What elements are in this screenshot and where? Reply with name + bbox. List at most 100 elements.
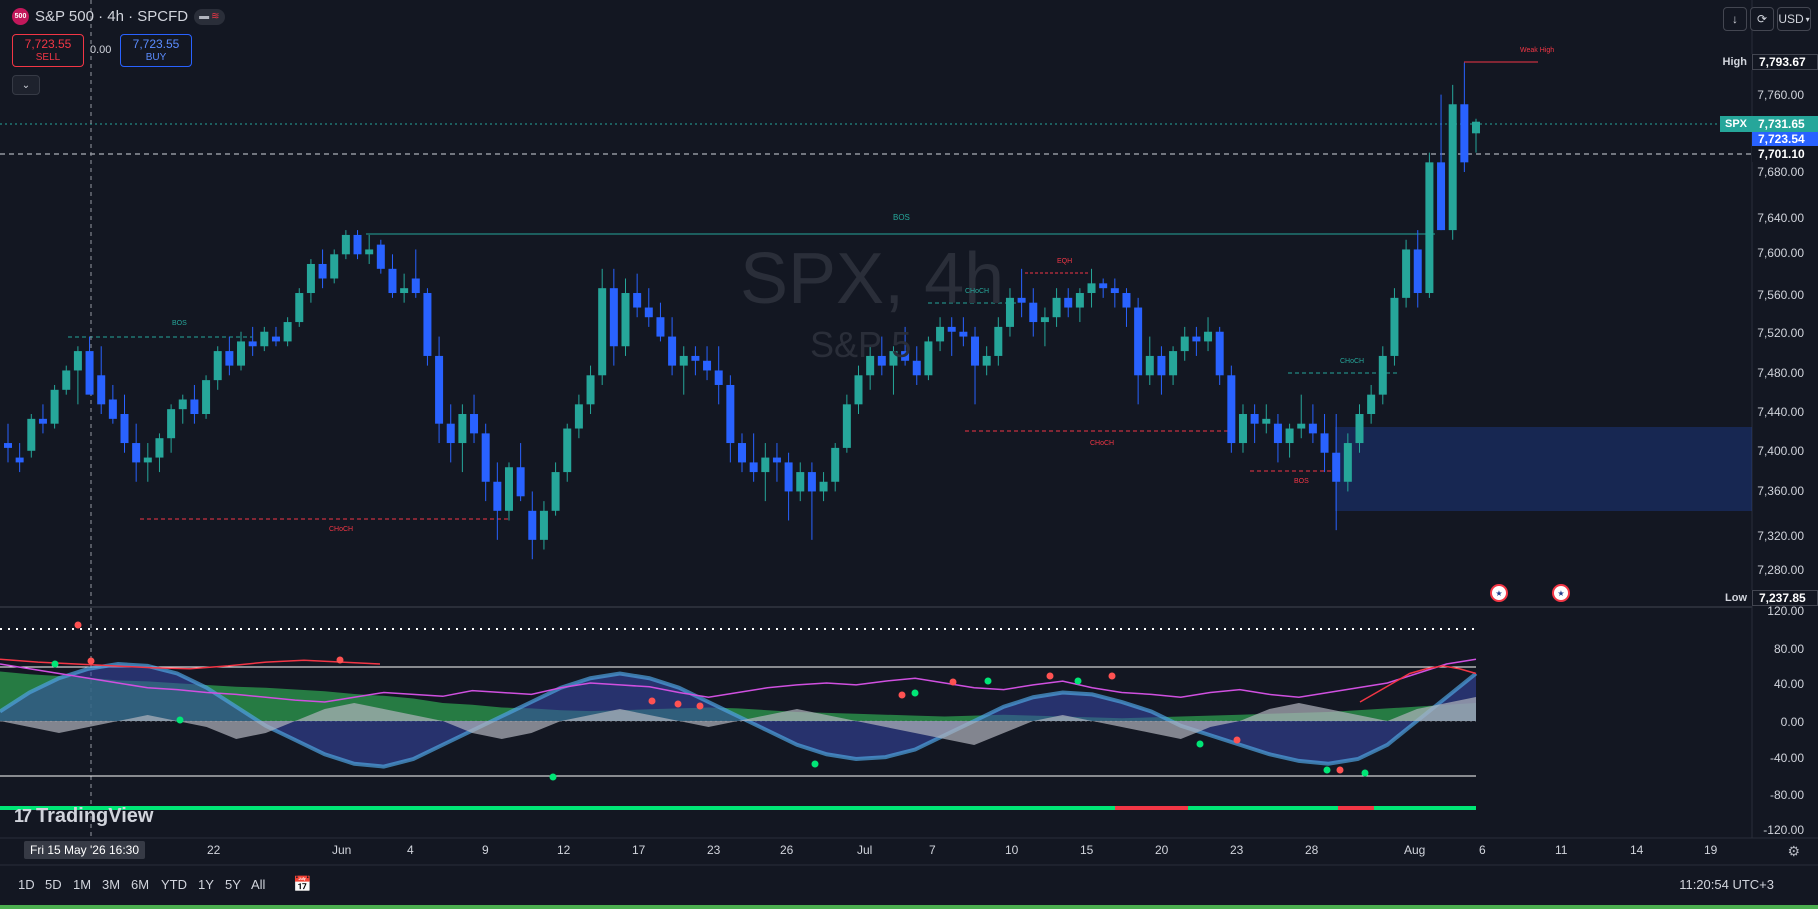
- range-button-3m[interactable]: 3M: [102, 877, 120, 892]
- status-bar-green: [0, 806, 1115, 810]
- osc-green-dot: [984, 677, 992, 685]
- gear-icon[interactable]: ⚙: [1787, 843, 1800, 860]
- range-button-1y[interactable]: 1Y: [198, 877, 214, 892]
- time-axis-label: 11: [1555, 843, 1568, 857]
- choch-left-label: CHoCH: [329, 526, 354, 533]
- candle-body: [912, 360, 921, 376]
- osc-tick-label: -120.00: [1763, 823, 1804, 837]
- price-tick-label: 7,600.00: [1757, 246, 1804, 260]
- range-button-5y[interactable]: 5Y: [225, 877, 241, 892]
- candle-body: [50, 389, 59, 424]
- candle-body: [586, 375, 595, 405]
- candle-body: [539, 510, 548, 540]
- candle-body: [178, 399, 187, 410]
- price-tick-label: 7,320.00: [1757, 529, 1804, 543]
- candle-body: [38, 418, 47, 424]
- candle-body: [85, 351, 94, 395]
- candle-body: [621, 293, 630, 347]
- time-axis-label: 9: [482, 843, 489, 857]
- osc-red-dot: [949, 678, 957, 686]
- tradingview-name: TradingView: [36, 805, 154, 827]
- time-axis-label: Aug: [1404, 843, 1426, 857]
- candle-body: [971, 336, 980, 366]
- candle-body: [633, 293, 642, 308]
- status-bar-green: [1188, 806, 1338, 810]
- candle-body: [202, 380, 211, 415]
- osc-red-dot: [74, 621, 82, 629]
- time-axis-label: 22: [207, 843, 221, 857]
- candle-body: [831, 447, 840, 482]
- candle-body: [1297, 423, 1306, 429]
- candle-body: [761, 457, 770, 473]
- spread-value: 0.00: [90, 44, 112, 56]
- range-button-6m[interactable]: 6M: [131, 877, 149, 892]
- osc-green-dot: [549, 773, 557, 781]
- candle-body: [1227, 375, 1236, 444]
- bid-value: 7,723.54: [1752, 132, 1818, 146]
- arrow-down-icon: ↓: [1732, 12, 1738, 26]
- osc-tick-label: 120.00: [1767, 604, 1804, 618]
- candle-body: [1308, 423, 1317, 434]
- candle-body: [1157, 355, 1166, 376]
- candle-body: [365, 249, 374, 255]
- candle-body: [703, 360, 712, 371]
- buy-button[interactable]: 7,723.55 BUY: [120, 34, 192, 67]
- candle-body: [772, 457, 781, 463]
- us-flag-event-icon[interactable]: ★: [1552, 584, 1570, 602]
- candle-body: [1087, 283, 1096, 294]
- osc-tick-label: 40.00: [1773, 677, 1804, 691]
- osc-tick-label: 80.00: [1773, 642, 1804, 656]
- candle-body: [353, 234, 362, 255]
- range-button-ytd[interactable]: YTD: [161, 877, 187, 892]
- status-bar-green: [1374, 806, 1476, 810]
- refresh-button[interactable]: ⟳: [1750, 7, 1774, 31]
- tradingview-mark-icon: 17: [14, 806, 32, 826]
- watermark-sub: S&P 5: [810, 324, 912, 365]
- osc-red-dot: [674, 700, 682, 708]
- time-axis-label: 14: [1630, 843, 1644, 857]
- candle-body: [738, 443, 746, 463]
- candle-body: [1145, 355, 1154, 376]
- symbol-header[interactable]: 500 S&P 500 · 4h · SPCFD ▬ ≋: [12, 8, 225, 25]
- candle-body: [1017, 297, 1026, 303]
- candle-body: [1204, 331, 1213, 342]
- candle-body: [1180, 336, 1189, 352]
- price-tick-label: 7,480.00: [1757, 366, 1804, 380]
- price-tick-label: 7,400.00: [1757, 444, 1804, 458]
- time-axis-label: 4: [407, 843, 414, 857]
- currency-select[interactable]: USD ▾: [1777, 7, 1811, 31]
- candle-body: [644, 307, 653, 318]
- refresh-icon: ⟳: [1756, 12, 1768, 26]
- candle-body: [819, 481, 828, 492]
- osc-tick-label: -40.00: [1769, 751, 1804, 765]
- status-pill[interactable]: ▬ ≋: [194, 8, 225, 25]
- bos-left-label: BOS: [172, 320, 187, 327]
- candle-body: [842, 404, 851, 448]
- range-button-all[interactable]: All: [251, 877, 265, 892]
- candle-body: [388, 268, 397, 294]
- candle-body: [1238, 414, 1247, 444]
- watermark-main: SPX, 4h: [740, 239, 1005, 319]
- candle-body: [1075, 293, 1084, 308]
- calendar-icon[interactable]: 📅: [293, 875, 312, 893]
- download-button[interactable]: ↓: [1723, 7, 1747, 31]
- candle-body: [4, 443, 12, 448]
- osc-red-dot: [898, 691, 906, 699]
- tradingview-logo[interactable]: 17 TradingView: [14, 805, 153, 828]
- candle-body: [248, 341, 257, 347]
- candle-body: [283, 322, 292, 342]
- candle-body: [807, 472, 816, 492]
- time-axis-label: 20: [1155, 843, 1169, 857]
- collapse-button[interactable]: ⌄: [12, 75, 40, 95]
- candle-body: [1169, 351, 1178, 376]
- price-tick-label: 7,560.00: [1757, 288, 1804, 302]
- symbol-title[interactable]: S&P 500 · 4h · SPCFD: [35, 8, 188, 25]
- candle-body: [27, 418, 36, 451]
- price-tick-label: 7,440.00: [1757, 405, 1804, 419]
- chart-canvas[interactable]: [0, 0, 1818, 909]
- range-button-1m[interactable]: 1M: [73, 877, 91, 892]
- range-button-5d[interactable]: 5D: [45, 877, 62, 892]
- us-flag-event-icon[interactable]: ★: [1490, 584, 1508, 602]
- sell-button[interactable]: 7,723.55 SELL: [12, 34, 84, 67]
- range-button-1d[interactable]: 1D: [18, 877, 35, 892]
